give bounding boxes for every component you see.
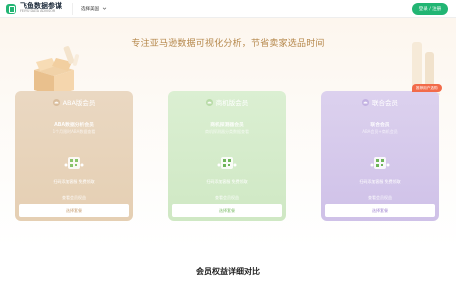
logo-icon bbox=[6, 3, 16, 14]
qr-note: 扫码添加客服 免费领取 bbox=[359, 179, 401, 184]
card-title: ABA版会员 bbox=[62, 99, 96, 107]
choose-plan-button[interactable]: 选择套餐 bbox=[172, 204, 282, 217]
card-subtitle: 联合会员 bbox=[370, 123, 390, 128]
top-navigation: 飞鱼数据参谋 FEIYU DATA ADVISOR 选择美国 登录 / 注册 bbox=[0, 0, 456, 18]
crown-icon bbox=[205, 98, 213, 106]
recommended-badge: 推荐用户选购 bbox=[412, 84, 442, 92]
membership-card-combined[interactable]: 联合会员 联合会员 ABA会员+商机会员 扫码添加客服 免费领取 查看会员权益 … bbox=[321, 91, 439, 221]
view-benefits-link[interactable]: 查看会员权益 bbox=[168, 195, 286, 201]
view-benefits-link[interactable]: 查看会员权益 bbox=[321, 195, 439, 201]
view-benefits-link[interactable]: 查看会员权益 bbox=[15, 195, 133, 201]
login-register-button[interactable]: 登录 / 注册 bbox=[412, 3, 448, 15]
card-title: 商机版会员 bbox=[215, 99, 249, 107]
card-subtitle: ABA数据分析会员 bbox=[54, 123, 94, 128]
comparison-section-title: 会员权益详细对比 bbox=[196, 267, 260, 276]
card-header: ABA版会员 bbox=[15, 91, 133, 113]
membership-card-aba[interactable]: ABA版会员 ABA数据分析会员 1个月限时ABA数据查看 扫码添加客服 免费领… bbox=[15, 91, 133, 221]
logo-subtitle: FEIYU DATA ADVISOR bbox=[20, 9, 56, 14]
site-selector-label: 选择美国 bbox=[81, 6, 99, 12]
card-description: ABA会员+商机会员 bbox=[362, 129, 398, 134]
card-subtitle: 商机探测器会员 bbox=[210, 123, 244, 128]
card-title: 联合会员 bbox=[372, 99, 398, 107]
chevron-down-icon bbox=[102, 7, 107, 10]
qr-note: 扫码添加客服 免费领取 bbox=[53, 179, 95, 184]
logo[interactable]: 飞鱼数据参谋 FEIYU DATA ADVISOR bbox=[6, 3, 62, 14]
card-header: 商机版会员 bbox=[168, 91, 286, 113]
choose-plan-button[interactable]: 选择套餐 bbox=[325, 204, 435, 217]
qr-note: 扫码添加客服 免费领取 bbox=[206, 179, 248, 184]
choose-plan-button[interactable]: 选择套餐 bbox=[19, 204, 129, 217]
qr-code-image bbox=[15, 155, 133, 175]
card-header: 联合会员 bbox=[321, 91, 439, 113]
qr-code-image bbox=[321, 155, 439, 175]
card-description: 商机探测器分类数据查看 bbox=[205, 129, 249, 134]
qr-code-image bbox=[168, 155, 286, 175]
crown-icon bbox=[362, 98, 369, 106]
card-description: 1个月限时ABA数据查看 bbox=[52, 129, 96, 134]
membership-card-business[interactable]: 商机版会员 商机探测器会员 商机探测器分类数据查看 扫码添加客服 免费领取 查看… bbox=[168, 91, 286, 221]
site-selector[interactable]: 选择美国 bbox=[72, 2, 107, 15]
crown-icon bbox=[52, 98, 60, 106]
